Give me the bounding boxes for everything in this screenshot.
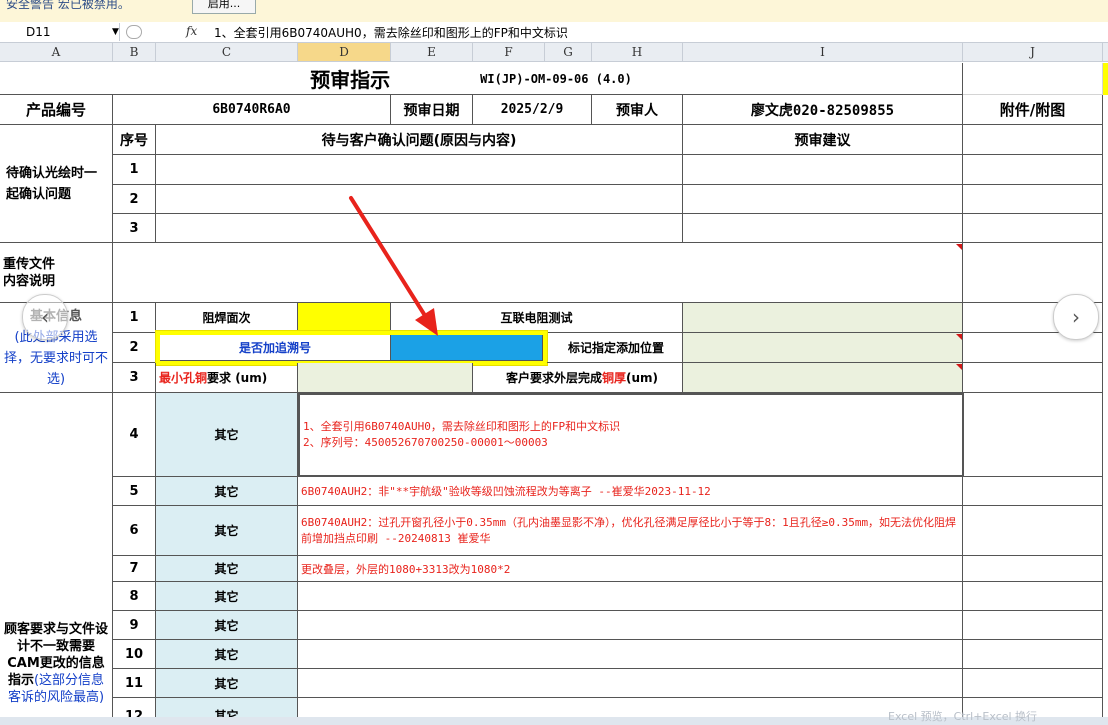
- arrow-shaft: [349, 196, 431, 324]
- arrow-head: [415, 308, 438, 336]
- annotation-arrow: [349, 196, 438, 336]
- prev-arrow-icon[interactable]: ‹: [22, 294, 68, 340]
- next-arrow-icon[interactable]: ›: [1053, 294, 1099, 340]
